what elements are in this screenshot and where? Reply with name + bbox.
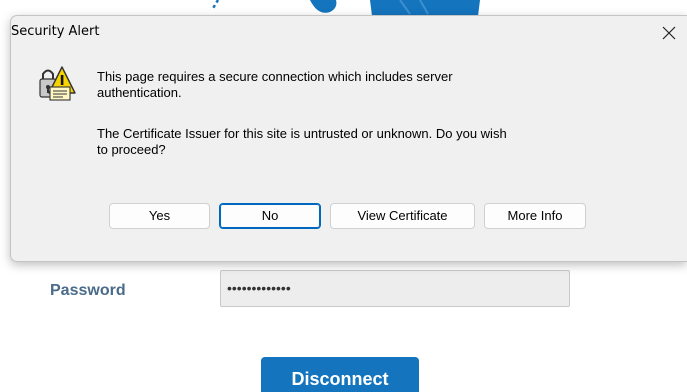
page: Password ••••••••••••• Disconnect Securi… [0,0,687,392]
close-icon [662,26,676,40]
security-alert-dialog: Security Alert This page requires a secu… [10,15,687,262]
view-certificate-button[interactable]: View Certificate [330,203,475,229]
yes-button[interactable]: Yes [109,203,210,229]
dialog-message-secure-connection: This page requires a secure connection w… [97,69,453,100]
password-label: Password [50,282,126,299]
dialog-titlebar[interactable]: Security Alert [11,16,687,50]
disconnect-button[interactable]: Disconnect [261,357,419,392]
certificate-warning-icon [39,66,76,101]
dialog-title: Security Alert [11,24,100,39]
password-field[interactable]: ••••••••••••• [220,270,570,307]
close-button[interactable] [651,16,687,50]
more-info-button[interactable]: More Info [484,203,586,229]
dialog-message-untrusted-issuer: The Certificate Issuer for this site is … [97,126,507,157]
no-button[interactable]: No [219,203,321,229]
